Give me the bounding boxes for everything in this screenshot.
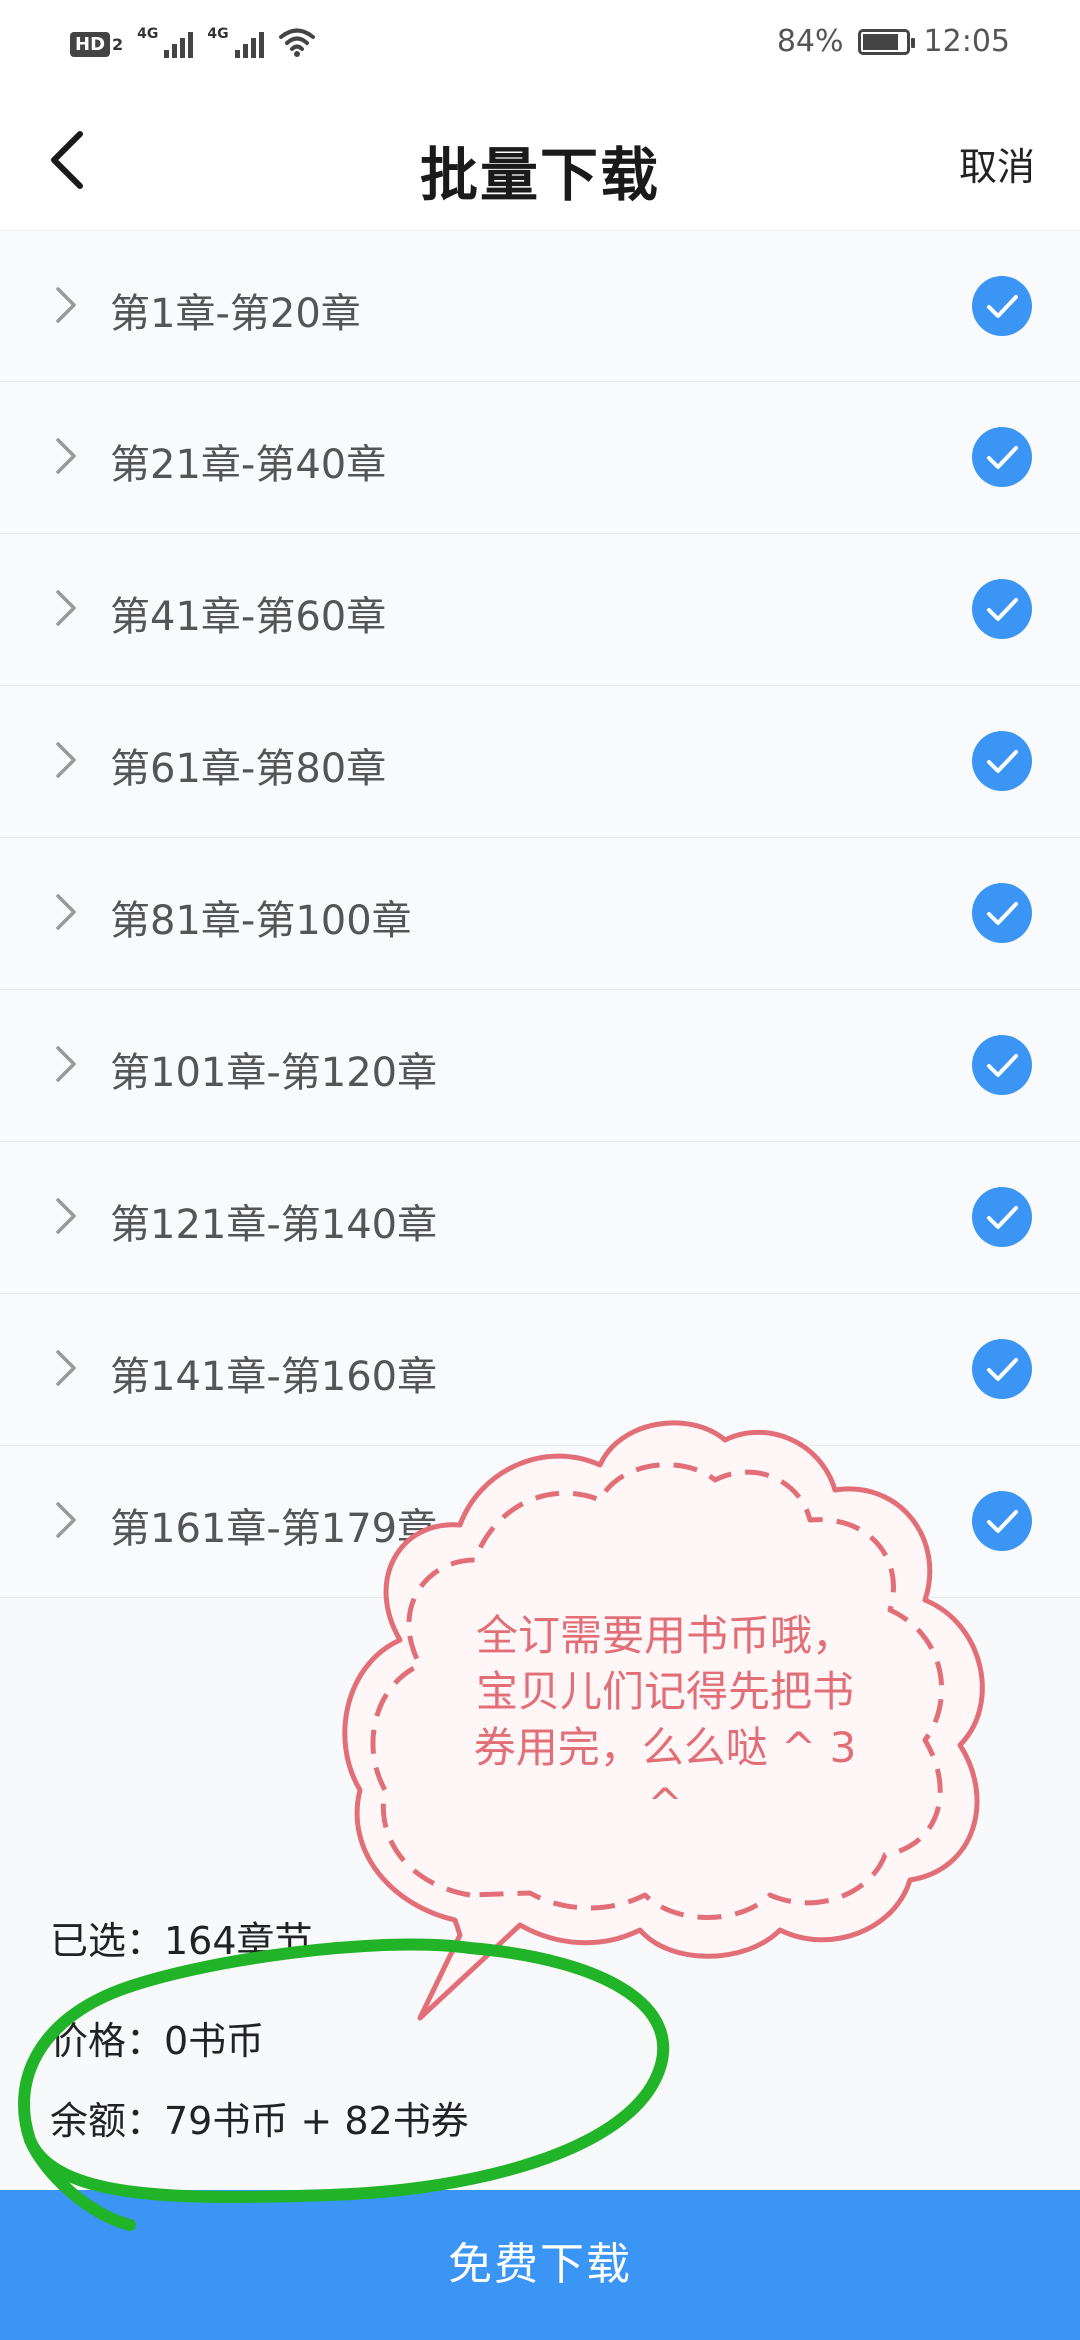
- checkbox-checked-icon[interactable]: [972, 579, 1032, 639]
- wifi-icon: [278, 28, 315, 57]
- chapter-row[interactable]: 第41章-第60章: [0, 534, 1080, 686]
- network-type-label: 4G: [207, 26, 229, 42]
- chapter-range-label: 第81章-第100章: [110, 898, 412, 944]
- clock: 12:05: [923, 24, 1010, 59]
- checkbox-checked-icon[interactable]: [972, 883, 1032, 943]
- chapter-list: 第1章-第20章 第21章-第40章 第41章-第60章 第61章-第80章 第81章-…: [0, 230, 1080, 1598]
- checkbox-checked-icon[interactable]: [972, 1035, 1032, 1095]
- chapter-row[interactable]: 第141章-第160章: [0, 1294, 1080, 1446]
- chevron-right-icon[interactable]: [52, 892, 80, 932]
- hd-icon: HD 2: [70, 28, 123, 57]
- chapter-range-label: 第41章-第60章: [110, 594, 387, 640]
- chevron-right-icon[interactable]: [52, 588, 80, 628]
- balance-text: 余额：79书币 + 82书券: [50, 2099, 469, 2143]
- chevron-right-icon[interactable]: [52, 1196, 80, 1236]
- chevron-right-icon[interactable]: [52, 1348, 80, 1388]
- chapter-row[interactable]: 第1章-第20章: [0, 230, 1080, 382]
- green-circle-annotation: [18, 1938, 670, 2231]
- checkbox-checked-icon[interactable]: [972, 1187, 1032, 1247]
- chevron-right-icon[interactable]: [52, 1500, 80, 1540]
- signal-icon: 4G: [207, 26, 264, 58]
- chapter-row[interactable]: 第21章-第40章: [0, 382, 1080, 534]
- chapter-row[interactable]: 第101章-第120章: [0, 990, 1080, 1142]
- battery-icon: [857, 28, 915, 55]
- chapter-range-label: 第61章-第80章: [110, 746, 387, 792]
- price-text: 价格：0书币: [50, 2019, 265, 2063]
- checkbox-checked-icon[interactable]: [972, 427, 1032, 487]
- checkbox-checked-icon[interactable]: [972, 1339, 1032, 1399]
- checkbox-checked-icon[interactable]: [972, 1491, 1032, 1551]
- chapter-row[interactable]: 第61章-第80章: [0, 686, 1080, 838]
- battery-fill: [862, 33, 898, 50]
- status-left: HD 2 4G 4G: [70, 26, 316, 58]
- chevron-right-icon[interactable]: [52, 740, 80, 780]
- chevron-right-icon[interactable]: [52, 1044, 80, 1084]
- cloud-annotation-text: 全订需要用书币哦，宝贝儿们记得先把书券用完，么么哒 ^ 3 ^: [473, 1611, 857, 1828]
- chapter-row[interactable]: 第121章-第140章: [0, 1142, 1080, 1294]
- chapter-range-label: 第21章-第40章: [110, 442, 387, 488]
- battery-percent: 84%: [776, 24, 844, 59]
- checkbox-checked-icon[interactable]: [972, 731, 1032, 791]
- chapter-range-label: 第161章-第179章: [110, 1506, 438, 1552]
- chapter-range-label: 第101章-第120章: [110, 1050, 438, 1096]
- page-title: 批量下载: [419, 141, 660, 209]
- signal-icon: 4G: [137, 26, 194, 58]
- hd-sub: 2: [112, 34, 124, 54]
- chapter-range-label: 第121章-第140章: [110, 1202, 438, 1248]
- chapter-row[interactable]: 第161章-第179章: [0, 1446, 1080, 1598]
- hd-label: HD: [70, 31, 111, 57]
- cancel-button[interactable]: 取消: [959, 136, 1035, 191]
- chevron-right-icon[interactable]: [52, 436, 80, 476]
- chevron-right-icon[interactable]: [52, 285, 80, 325]
- network-type-label: 4G: [137, 26, 159, 42]
- chapter-row[interactable]: 第81章-第100章: [0, 838, 1080, 990]
- status-bar: HD 2 4G 4G 84% 12:05: [0, 0, 1080, 92]
- free-download-button[interactable]: 免费下载: [0, 2190, 1080, 2340]
- checkbox-checked-icon[interactable]: [972, 276, 1032, 336]
- selected-count: 已选：164章节: [50, 1919, 313, 1963]
- chapter-range-label: 第141章-第160章: [110, 1354, 438, 1400]
- status-right: 84% 12:05: [777, 24, 1010, 59]
- chapter-range-label: 第1章-第20章: [110, 291, 361, 337]
- header: 批量下载 取消: [0, 92, 1080, 230]
